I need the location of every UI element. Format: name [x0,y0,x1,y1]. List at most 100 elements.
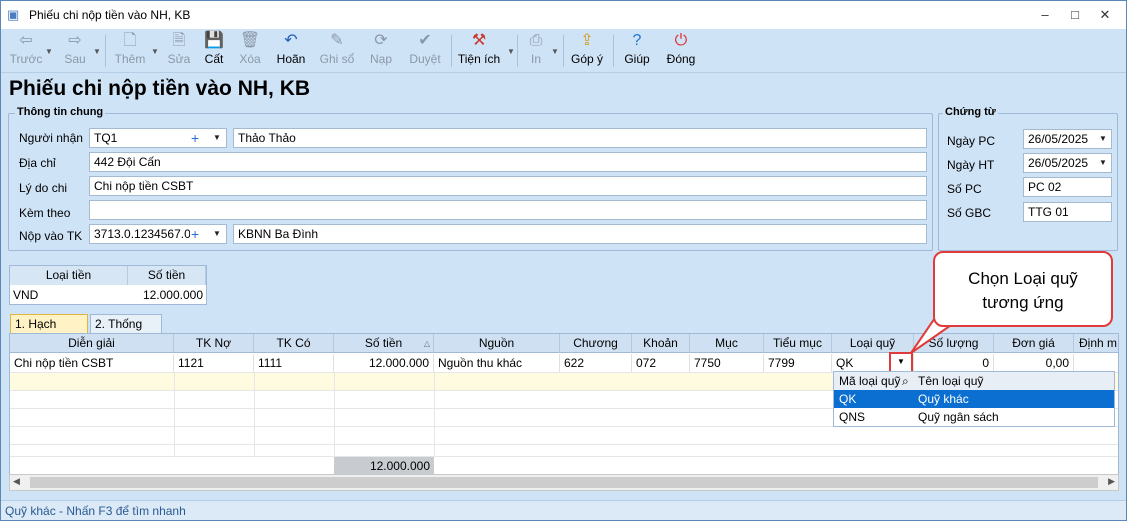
account-code-field[interactable]: 3713.0.1234567.00 [89,224,227,244]
help-icon: ? [632,32,642,49]
tab-accounting[interactable]: 1. Hạch toán [10,314,88,349]
recipient-name-field[interactable]: Thảo Thảo [233,128,927,148]
pc-no-field[interactable]: PC 02 [1023,177,1112,197]
reason-field[interactable]: Chi nộp tiền CSBT [89,176,927,196]
gbc-label: Số GBC [947,206,992,220]
scroll-right-icon[interactable]: ▶ [1108,476,1115,487]
chevron-down-icon[interactable]: ▼ [1099,130,1107,148]
cell-amount[interactable]: 12.000.000 [334,354,434,373]
currency-amount-header: Số tiền [128,266,206,285]
pencil-icon: ✎ [330,32,344,49]
post-button[interactable]: ✎ Ghi sổ [317,31,357,71]
sort-asc-icon: △ [423,339,430,348]
reload-button[interactable]: ⟳ Nạp [365,31,397,71]
prev-button[interactable]: ⇦ Trước [9,31,43,71]
new-doc-icon: 🗋 [123,32,137,49]
col-header-debit[interactable]: TK Nợ [174,334,254,353]
chevron-down-icon[interactable]: ▼ [93,47,101,56]
col-header-amount[interactable]: Số tiền △ [334,334,434,353]
cell-source[interactable]: Nguồn thu khác [434,354,560,373]
tab-statistics[interactable]: 2. Thống kê [90,314,162,349]
col-header-price[interactable]: Đơn giá [994,334,1074,353]
chevron-down-icon[interactable]: ▼ [45,47,53,56]
feedback-button[interactable]: ⇪ Góp ý [567,31,607,71]
cell-clause[interactable]: 072 [632,354,690,373]
callout-box: Chọn Loại quỹ tương ứng [933,251,1113,327]
window-title: Phiếu chi nộp tiền vào NH, KB [29,8,191,22]
total-amount: 12.000.000 [334,457,434,474]
scroll-left-icon[interactable]: ◀ [13,476,20,487]
cell-chapter[interactable]: 622 [560,354,632,373]
add-icon[interactable]: + [191,225,199,243]
col-header-item[interactable]: Mục [690,334,764,353]
cell-item[interactable]: 7750 [690,354,764,373]
pc-date-label: Ngày PC [947,134,996,148]
save-icon: 💾 [204,32,224,49]
chevron-down-icon[interactable]: ▼ [1099,154,1107,172]
horizontal-scrollbar[interactable]: ◀ ▶ [9,474,1119,491]
currency-amount-cell[interactable]: 12.000.000 [128,286,206,305]
maximize-icon[interactable]: □ [1060,6,1090,24]
toolbar: ⇦ Trước ▼ ⇨ Sau ▼ 🗋 Thêm ▼ 🗎 Sửa 💾 Cất 🗑 Xóa ↶… [1,29,1126,73]
utilities-button[interactable]: ⚒ Tiện ích [455,31,503,71]
col-header-description[interactable]: Diễn giải [10,334,174,353]
title-bar: ▣ Phiếu chi nộp tiền vào NH, KB – □ ✕ [1,1,1126,29]
account-name-field[interactable]: KBNN Ba Đình [233,224,927,244]
edit-doc-icon: 🗎 [172,32,186,49]
close-icon[interactable]: ✕ [1090,6,1120,24]
currency-type-header: Loại tiền [10,266,128,285]
chevron-down-icon[interactable]: ▼ [151,47,159,56]
currency-table: Loại tiền Số tiền VND 12.000.000 [9,265,207,305]
tools-icon: ⚒ [471,32,487,49]
delete-button[interactable]: 🗑 Xóa [235,31,265,71]
dropdown-option-qns[interactable]: QNS Quỹ ngân sách [834,408,1114,426]
attach-field[interactable] [89,200,927,220]
feedback-icon: ⇪ [580,32,594,49]
delete-icon: 🗑 [239,32,261,49]
col-header-source[interactable]: Nguồn [434,334,560,353]
voucher-legend: Chứng từ [943,106,998,118]
currency-type-cell[interactable]: VND [10,286,128,305]
chevron-down-icon[interactable]: ▼ [213,129,221,147]
chevron-down-icon[interactable]: ▼ [507,47,515,56]
col-header-clause[interactable]: Khoản [632,334,690,353]
col-header-norm[interactable]: Định m [1074,334,1118,353]
minimize-icon[interactable]: – [1030,6,1060,24]
cell-subitem[interactable]: 7799 [764,354,832,373]
cell-credit[interactable]: 1111 [254,354,334,373]
add-icon[interactable]: + [191,129,199,147]
approve-button[interactable]: ✔ Duyệt [405,31,445,71]
gbc-field[interactable]: TTG 01 [1023,202,1112,222]
help-button[interactable]: ? Giúp [621,31,653,71]
arrow-left-icon: ⇦ [19,32,33,49]
table-row[interactable] [10,445,1118,457]
address-field[interactable]: 442 Đội Cấn [89,152,927,172]
app-window: ▣ Phiếu chi nộp tiền vào NH, KB – □ ✕ ⇦ T… [0,0,1127,521]
scrollbar-thumb[interactable] [30,477,1098,488]
cell-debit[interactable]: 1121 [174,354,254,373]
edit-button[interactable]: 🗎 Sửa [165,31,193,71]
close-button[interactable]: ⏻ Đóng [663,31,699,71]
col-header-credit[interactable]: TK Có [254,334,334,353]
binoculars-icon[interactable]: ⌕ [902,372,909,390]
app-icon: ▣ [7,7,20,22]
save-button[interactable]: 💾 Cất [199,31,229,71]
recipient-code-field[interactable]: TQ1 [89,128,227,148]
arrow-right-icon: ⇨ [68,32,82,49]
table-row[interactable] [10,427,1118,445]
pc-no-label: Số PC [947,182,982,196]
undo-button[interactable]: ↶ Hoãn [273,31,309,71]
cell-description[interactable]: Chi nộp tiền CSBT [10,354,174,373]
dropdown-option-qk[interactable]: QK Quỹ khác [834,390,1114,408]
check-icon: ✔ [418,32,432,49]
dropdown-col-name: Tên loại quỹ [918,374,984,388]
dropdown-col-code: Mã loại quỹ [839,374,901,388]
print-button[interactable]: ⎙ In [521,31,551,71]
general-info-legend: Thông tin chung [15,106,106,118]
next-button[interactable]: ⇨ Sau [59,31,91,71]
chevron-down-icon[interactable]: ▼ [551,47,559,56]
chevron-down-icon[interactable]: ▼ [213,225,221,243]
add-button[interactable]: 🗋 Thêm [113,31,147,71]
col-header-chapter[interactable]: Chương [560,334,632,353]
col-header-subitem[interactable]: Tiểu mục [764,334,832,353]
